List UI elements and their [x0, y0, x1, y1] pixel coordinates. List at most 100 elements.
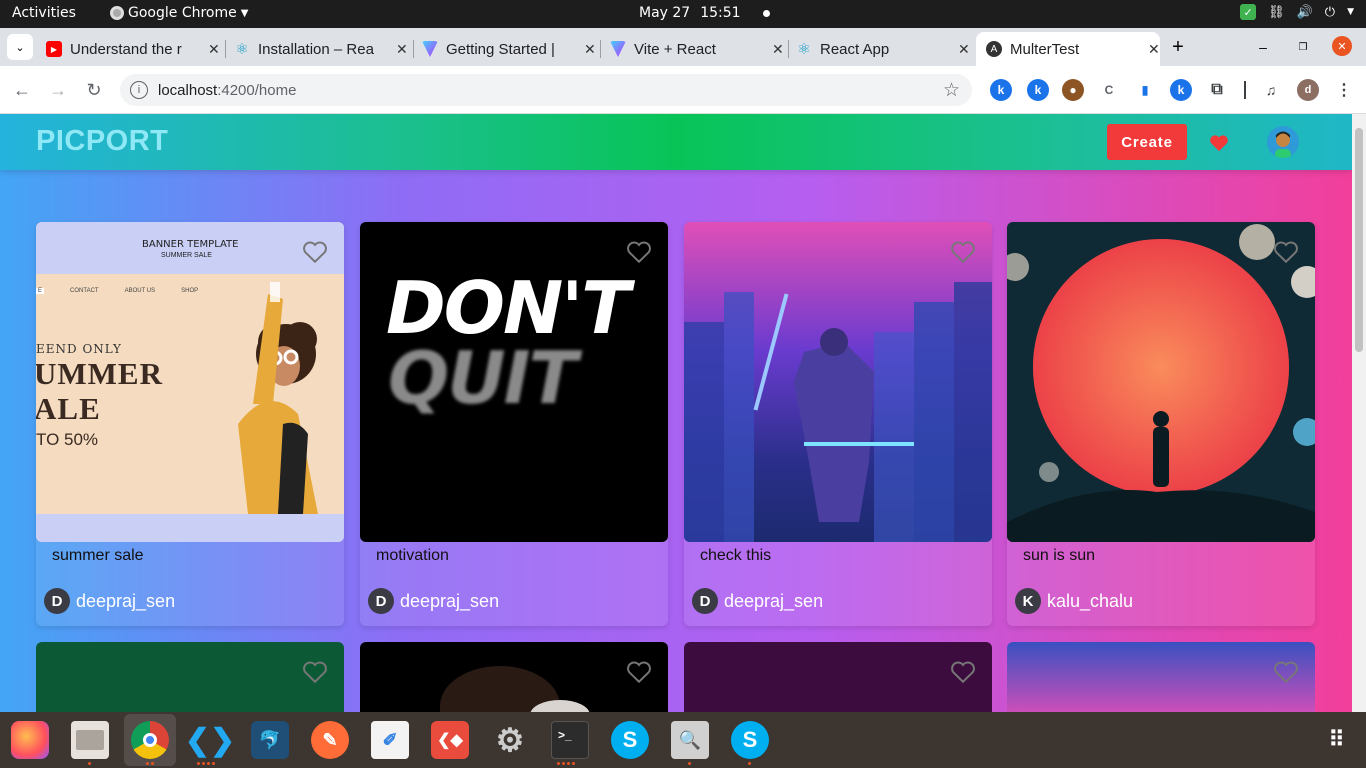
close-window-icon[interactable]: ✕ [1332, 36, 1352, 56]
banner-line: EEND ONLY [36, 342, 122, 356]
settings-icon[interactable]: ⚙ [491, 721, 529, 759]
minimize-icon[interactable]: – [1250, 34, 1276, 60]
post-author[interactable]: D deepraj_sen [44, 588, 175, 614]
dock: ❮❯ 🐬 ✎ ✐ ❮◆ ⚙ >_ S 🔍 S ⠿ [0, 712, 1366, 768]
post-card[interactable] [1007, 642, 1315, 714]
like-heart-icon[interactable] [1273, 240, 1299, 269]
skype-icon[interactable]: S [611, 721, 649, 759]
extension-doc-icon[interactable]: ▮ [1134, 79, 1156, 101]
close-tab-icon[interactable]: ✕ [584, 41, 596, 58]
post-author[interactable]: D deepraj_sen [368, 588, 499, 614]
new-tab-icon[interactable]: + [1165, 34, 1191, 60]
tab-title: Installation – Rea [258, 40, 374, 58]
media-control-icon[interactable]: ♫ [1260, 79, 1282, 101]
post-card[interactable] [360, 642, 668, 714]
author-name: deepraj_sen [724, 590, 824, 611]
image-viewer-icon[interactable]: 🔍 [671, 721, 709, 759]
network-icon[interactable]: ⛓ [1268, 5, 1285, 20]
post-card[interactable]: check this D deepraj_sen [684, 222, 992, 626]
clock[interactable]: May 27 15:51 [639, 5, 770, 21]
scrollbar-thumb[interactable] [1355, 128, 1363, 352]
toolbar-divider [1244, 81, 1246, 99]
files-icon[interactable] [71, 721, 109, 759]
system-top-bar: Activities Google Chrome ▼ May 27 15:51 … [0, 0, 1366, 28]
close-tab-icon[interactable]: ✕ [772, 41, 784, 58]
activities-button[interactable]: Activities [12, 5, 76, 21]
post-image[interactable]: DON'T QUIT [360, 222, 668, 542]
like-heart-icon[interactable] [950, 240, 976, 269]
post-image[interactable]: BANNER TEMPLATE SUMMER SALE E CONTACT AB… [36, 222, 344, 542]
volume-icon[interactable]: 🔊 [1297, 5, 1313, 20]
system-tray[interactable]: ✓ ⛓ 🔊 ⏻ ▼ [1240, 4, 1354, 20]
mysql-workbench-icon[interactable]: 🐬 [251, 721, 289, 759]
back-icon[interactable]: ← [12, 80, 32, 100]
tab-vite-react[interactable]: Vite + React ✕ [610, 32, 786, 66]
post-caption: check this [700, 547, 772, 564]
tray-menu-icon[interactable]: ▼ [1347, 7, 1354, 17]
site-info-icon[interactable]: i [130, 81, 148, 99]
motivation-line: QUIT [388, 336, 578, 420]
like-heart-icon[interactable] [302, 660, 328, 689]
like-heart-icon[interactable] [1273, 660, 1299, 689]
text-editor-icon[interactable]: ✐ [371, 721, 409, 759]
author-name: deepraj_sen [400, 590, 500, 611]
power-icon[interactable]: ⏻ [1325, 5, 1335, 20]
extension-k-icon[interactable]: k [1170, 79, 1192, 101]
close-tab-icon[interactable]: ✕ [396, 41, 408, 58]
close-tab-icon[interactable]: ✕ [208, 41, 220, 58]
reload-icon[interactable]: ↻ [84, 80, 104, 100]
app-menu[interactable]: Google Chrome ▼ [110, 5, 248, 21]
address-bar[interactable]: i localhost:4200/home ☆ [120, 74, 972, 106]
post-card[interactable]: sun is sun K kalu_chalu [1007, 222, 1315, 626]
bookmark-star-icon[interactable]: ☆ [943, 79, 960, 102]
extension-k-icon[interactable]: k [990, 79, 1012, 101]
maximize-icon[interactable]: ❐ [1290, 34, 1316, 60]
tab-multertest[interactable]: A MulterTest ✕ [976, 32, 1160, 66]
post-card[interactable] [684, 642, 992, 714]
post-image[interactable] [1007, 222, 1315, 542]
favorites-heart-icon[interactable] [1209, 134, 1229, 157]
post-image[interactable] [684, 222, 992, 542]
close-tab-icon[interactable]: ✕ [958, 41, 970, 58]
post-card[interactable] [36, 642, 344, 714]
firefox-icon[interactable] [11, 721, 49, 759]
author-name: deepraj_sen [76, 590, 176, 611]
extension-c-icon[interactable]: C [1098, 79, 1120, 101]
post-author[interactable]: K kalu_chalu [1015, 588, 1133, 614]
page-scrollbar[interactable] [1352, 114, 1366, 714]
tab-react-app[interactable]: ⚛ React App ✕ [796, 32, 972, 66]
tab-search-button[interactable]: ⌄ [7, 34, 33, 60]
like-heart-icon[interactable] [626, 240, 652, 269]
vscode-icon[interactable]: ❮❯ [185, 721, 235, 759]
tab-installation[interactable]: ⚛ Installation – Rea ✕ [234, 32, 410, 66]
profile-avatar[interactable]: d [1297, 79, 1319, 101]
post-author[interactable]: D deepraj_sen [692, 588, 823, 614]
postman-icon[interactable]: ✎ [311, 721, 349, 759]
chrome-menu-icon[interactable]: ⋮ [1333, 79, 1355, 101]
user-avatar[interactable] [1267, 126, 1299, 158]
close-tab-icon[interactable]: ✕ [1148, 41, 1160, 58]
like-heart-icon[interactable] [302, 240, 328, 269]
like-heart-icon[interactable] [626, 660, 652, 689]
app-logo[interactable]: PICPORT [36, 125, 168, 158]
chrome-small-icon [110, 6, 124, 20]
post-card[interactable]: DON'T QUIT motivation D deepraj_sen [360, 222, 668, 626]
update-check-icon[interactable]: ✓ [1240, 4, 1257, 20]
tab-youtube[interactable]: ▶ Understand the r ✕ [46, 32, 222, 66]
forward-icon[interactable]: → [48, 80, 68, 100]
git-icon[interactable]: ❮◆ [431, 721, 469, 759]
extensions-puzzle-icon[interactable]: ⧉ [1206, 79, 1228, 101]
app-grid-icon[interactable]: ⠿ [1318, 721, 1356, 759]
cookie-extension-icon[interactable]: ● [1062, 79, 1084, 101]
like-heart-icon[interactable] [950, 660, 976, 689]
banner-menu-item: SHOP [181, 288, 199, 294]
terminal-icon[interactable]: >_ [551, 721, 589, 759]
react-icon: ⚛ [235, 41, 249, 58]
extension-k-icon[interactable]: k [1027, 79, 1049, 101]
tab-getting-started[interactable]: Getting Started | ✕ [422, 32, 598, 66]
chrome-icon[interactable] [131, 721, 169, 759]
create-button[interactable]: Create [1107, 124, 1187, 160]
skype-icon[interactable]: S [731, 721, 769, 759]
banner-menu-item: ABOUT US [124, 288, 156, 294]
post-card[interactable]: BANNER TEMPLATE SUMMER SALE E CONTACT AB… [36, 222, 344, 626]
